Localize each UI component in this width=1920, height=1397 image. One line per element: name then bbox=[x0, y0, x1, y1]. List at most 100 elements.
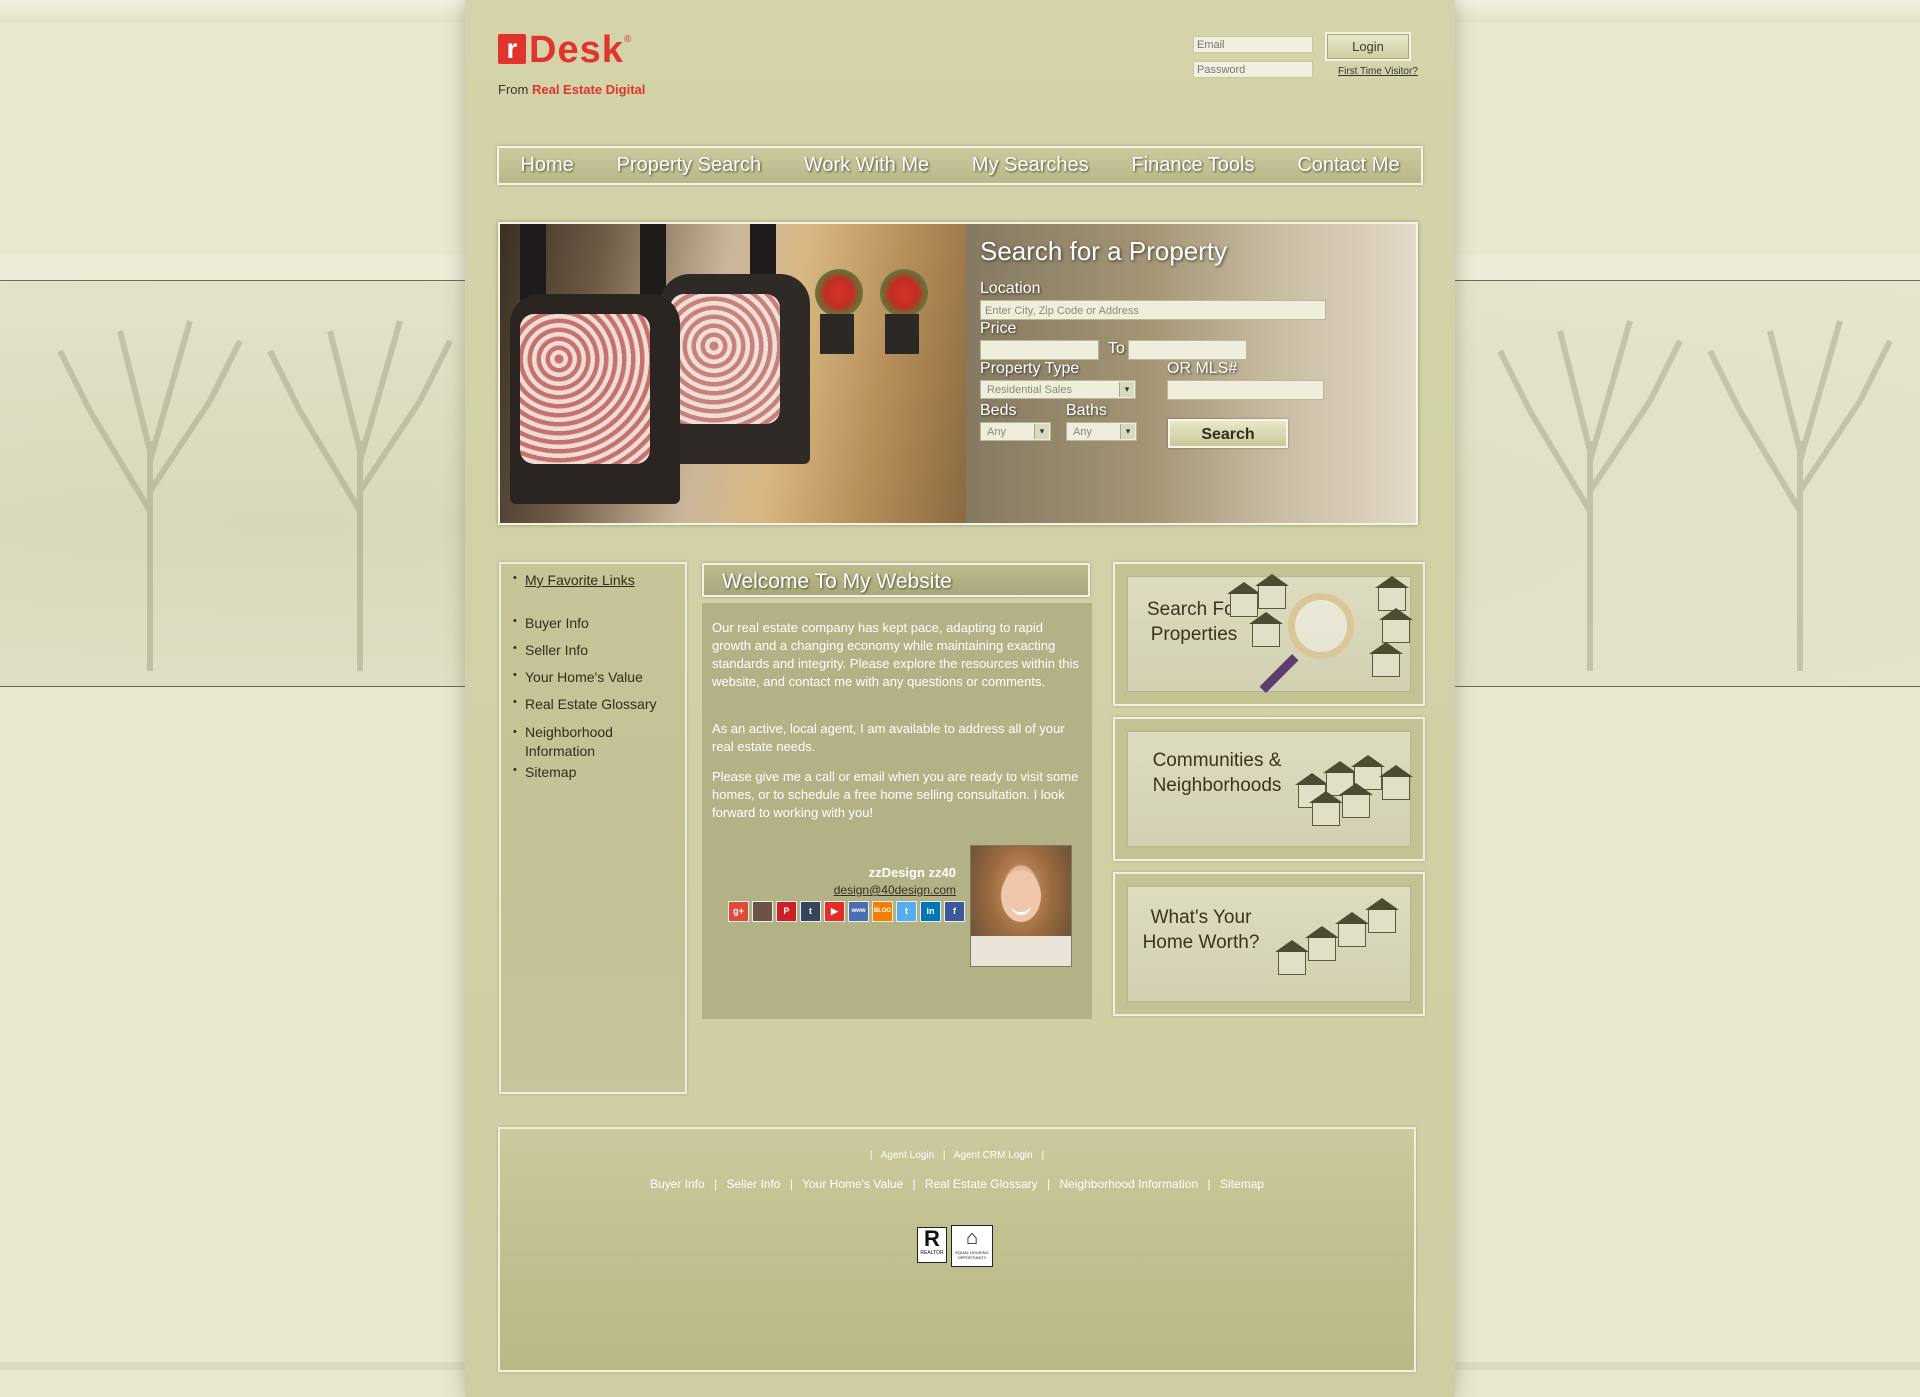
house-icon bbox=[1379, 608, 1413, 643]
house-icon bbox=[1369, 642, 1403, 677]
beds-value: Any bbox=[987, 426, 1006, 438]
footer-separator: | bbox=[912, 1177, 916, 1191]
communities-label: Communities & Neighborhoods bbox=[1152, 750, 1282, 796]
property-type-label: Property Type bbox=[980, 360, 1080, 377]
nav-contact-me[interactable]: Contact Me bbox=[1297, 154, 1399, 177]
linkedin-icon[interactable]: in bbox=[920, 901, 941, 922]
welcome-heading: Welcome To My Website bbox=[702, 563, 1090, 597]
footer-neighborhood[interactable]: Neighborhood Information bbox=[1059, 1177, 1198, 1191]
house-icon: ⌂ bbox=[965, 1227, 979, 1249]
house-icon bbox=[1365, 898, 1399, 933]
sidebar-item-neighborhood[interactable]: Neighborhood Information bbox=[513, 723, 660, 761]
pinterest-icon[interactable]: P bbox=[776, 901, 797, 922]
social-icons: g+ Pt ▶ www BLOG t in f bbox=[728, 901, 965, 922]
agent-email-link[interactable]: design@40design.com bbox=[834, 883, 956, 897]
location-input[interactable]: Enter City, Zip Code or Address bbox=[980, 300, 1326, 320]
footer-home-value[interactable]: Your Home's Value bbox=[802, 1177, 903, 1191]
house-icon bbox=[1339, 783, 1373, 818]
footer-agent-links: | Agent Login | Agent CRM Login | bbox=[500, 1150, 1414, 1161]
property-type-value: Residential Sales bbox=[987, 384, 1072, 396]
email-field[interactable] bbox=[1193, 36, 1313, 53]
tumblr-icon[interactable]: t bbox=[800, 901, 821, 922]
nav-home[interactable]: Home bbox=[520, 154, 573, 177]
tree-graphic bbox=[57, 320, 243, 671]
sidebar-item-glossary[interactable]: Real Estate Glossary bbox=[513, 696, 657, 712]
home-worth-panel[interactable]: What's Your Home Worth? bbox=[1113, 872, 1425, 1016]
magnifier-handle bbox=[1259, 654, 1299, 693]
sidebar-item-buyer-info[interactable]: Buyer Info bbox=[513, 615, 589, 631]
instagram-icon[interactable] bbox=[752, 901, 773, 922]
welcome-paragraph: Please give me a call or email when you … bbox=[712, 769, 1079, 820]
flower-pot bbox=[820, 314, 854, 354]
footer-links: Buyer Info | Seller Info | Your Home's V… bbox=[500, 1177, 1414, 1191]
nav-work-with-me[interactable]: Work With Me bbox=[804, 154, 929, 177]
footer-agent-login[interactable]: Agent Login bbox=[881, 1150, 934, 1161]
mls-input[interactable] bbox=[1167, 380, 1324, 400]
nav-property-search[interactable]: Property Search bbox=[617, 154, 762, 177]
agent-name: zzDesign zz40 bbox=[868, 865, 956, 880]
photo-shirt bbox=[971, 936, 1071, 966]
page-container: rDesk® From Real Estate Digital Login Fi… bbox=[465, 0, 1455, 1397]
logo-mark: r bbox=[498, 34, 526, 64]
house-icon bbox=[1275, 940, 1309, 975]
sidebar-item-favorite-links[interactable]: My Favorite Links bbox=[513, 572, 635, 588]
twitter-icon[interactable]: t bbox=[896, 901, 917, 922]
realtor-text: REALTOR bbox=[920, 1250, 944, 1256]
beds-select[interactable]: Any ▾ bbox=[980, 422, 1051, 441]
welcome-paragraph: Our real estate company has kept pace, a… bbox=[712, 620, 1079, 689]
facebook-icon[interactable]: f bbox=[944, 901, 965, 922]
login-button[interactable]: Login bbox=[1327, 34, 1409, 59]
nav-my-searches[interactable]: My Searches bbox=[972, 154, 1089, 177]
panel-inner: Communities & Neighborhoods bbox=[1127, 731, 1413, 847]
sidebar-item-seller-info[interactable]: Seller Info bbox=[513, 642, 588, 658]
footer-separator: | bbox=[1046, 1177, 1051, 1191]
price-max-input[interactable] bbox=[1128, 340, 1247, 360]
nav-finance-tools[interactable]: Finance Tools bbox=[1131, 154, 1254, 177]
logo-company: Real Estate Digital bbox=[531, 82, 646, 97]
main-nav: Home Property Search Work With Me My Sea… bbox=[497, 146, 1423, 185]
logo-name: Desk bbox=[529, 29, 624, 71]
flowers bbox=[815, 269, 863, 317]
footer-glossary[interactable]: Real Estate Glossary bbox=[925, 1177, 1038, 1191]
tree-graphic bbox=[1707, 320, 1893, 671]
sidebar: My Favorite Links Buyer Info Seller Info… bbox=[499, 562, 687, 1094]
footer-agent-crm-login[interactable]: Agent CRM Login bbox=[954, 1150, 1033, 1161]
sidebar-item-sitemap[interactable]: Sitemap bbox=[513, 764, 576, 780]
hero-banner: Search for a Property Location Enter Cit… bbox=[498, 222, 1418, 525]
sidebar-item-home-value[interactable]: Your Home's Value bbox=[513, 669, 643, 685]
panel-inner: Search For Properties bbox=[1127, 574, 1413, 693]
blog-icon[interactable]: BLOG bbox=[872, 901, 893, 922]
price-min-input[interactable] bbox=[980, 340, 1099, 360]
flowers bbox=[880, 269, 928, 317]
realtor-mark: R bbox=[924, 1226, 940, 1251]
house-icon bbox=[1379, 765, 1413, 800]
location-label: Location bbox=[980, 280, 1041, 297]
footer-separator: | bbox=[942, 1150, 946, 1161]
baths-value: Any bbox=[1073, 426, 1092, 438]
footer-sitemap[interactable]: Sitemap bbox=[1220, 1177, 1264, 1191]
baths-select[interactable]: Any ▾ bbox=[1066, 422, 1137, 441]
footer-buyer-info[interactable]: Buyer Info bbox=[650, 1177, 705, 1191]
site-logo[interactable]: r Desk® bbox=[498, 29, 631, 71]
porch-photo bbox=[500, 224, 966, 523]
baths-label: Baths bbox=[1066, 402, 1107, 419]
welcome-paragraph: As an active, local agent, I am availabl… bbox=[712, 721, 1065, 754]
logo-from: From bbox=[498, 82, 529, 97]
youtube-icon[interactable]: ▶ bbox=[824, 901, 845, 922]
login-form bbox=[1193, 36, 1313, 86]
property-type-select[interactable]: Residential Sales ▾ bbox=[980, 380, 1136, 399]
chair-cushion bbox=[520, 314, 650, 464]
search-button[interactable]: Search bbox=[1168, 419, 1288, 448]
footer-separator: | bbox=[869, 1150, 873, 1161]
google-plus-icon[interactable]: g+ bbox=[728, 901, 749, 922]
password-field[interactable] bbox=[1193, 61, 1313, 78]
realtor-logo: R REALTOR bbox=[917, 1227, 947, 1263]
welcome-content: Our real estate company has kept pace, a… bbox=[702, 603, 1092, 1019]
footer-seller-info[interactable]: Seller Info bbox=[726, 1177, 780, 1191]
search-properties-panel[interactable]: Search For Properties bbox=[1113, 562, 1425, 706]
first-time-visitor-link[interactable]: First Time Visitor? bbox=[1338, 66, 1418, 77]
logo-tagline: From Real Estate Digital bbox=[498, 82, 645, 97]
www-icon[interactable]: www bbox=[848, 901, 869, 922]
house-icon bbox=[1309, 791, 1343, 826]
communities-panel[interactable]: Communities & Neighborhoods bbox=[1113, 717, 1425, 861]
